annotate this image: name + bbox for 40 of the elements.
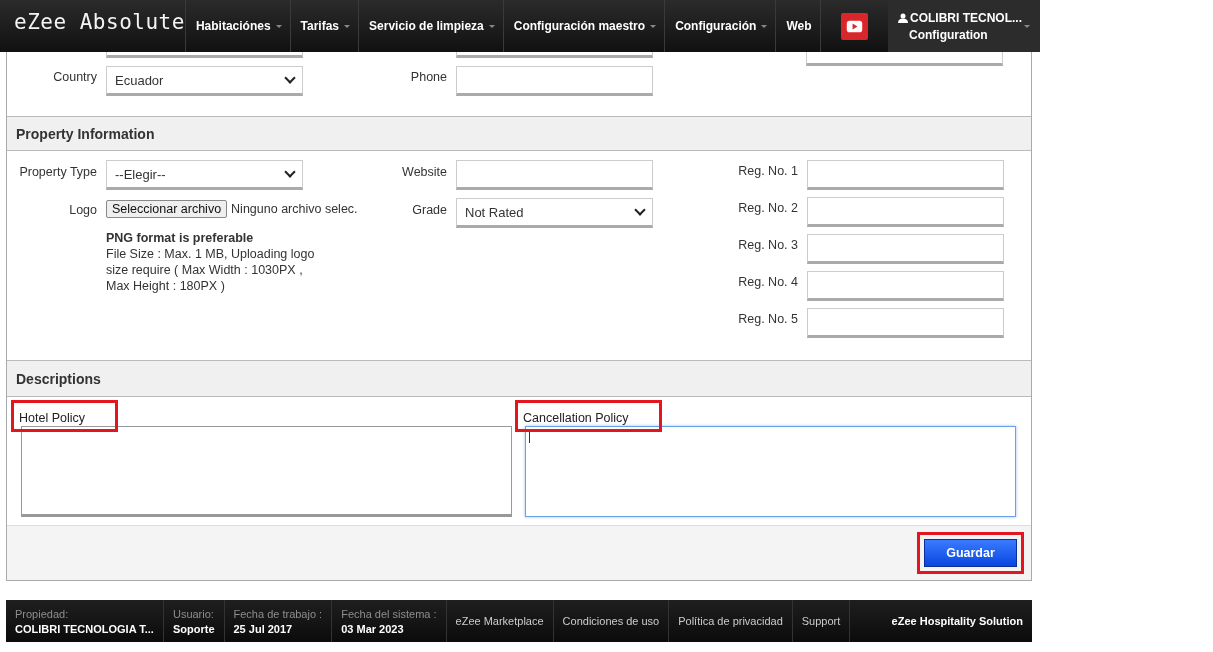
save-button[interactable]: Guardar: [924, 539, 1017, 567]
user-role: Configuration: [908, 27, 988, 42]
footer-label: Propiedad:: [15, 607, 70, 620]
field-label: Grade: [412, 202, 448, 217]
field-label: Reg. No. 5: [737, 311, 799, 328]
footer-link[interactable]: Política de privacidad: [669, 600, 793, 642]
field-label: Property Type: [19, 164, 98, 179]
field-label: Reg. No. 2: [737, 200, 799, 217]
footer-value: Soporte: [172, 622, 215, 635]
file-name: Ninguno archivo selec.: [231, 202, 358, 216]
hint-text: File Size : Max. 1 MB, Uploading logo size require ( Max Width : 1030PX , Max Height : 180PX ): [106, 246, 316, 294]
choose-file-button[interactable]: Seleccionar archivo: [106, 200, 228, 218]
footer-value: COLIBRI TECNOLOGIA T...: [15, 622, 154, 635]
user-name: COLIBRI TECNOL...: [910, 10, 1022, 25]
field-label: Phone: [410, 69, 448, 84]
footer-link[interactable]: Support: [792, 600, 851, 642]
field-label: Website: [402, 164, 448, 179]
footer-label: Usuario:: [172, 607, 215, 620]
field-label: Hotel Policy: [19, 411, 85, 425]
grade-select[interactable]: Not Rated: [456, 198, 653, 228]
footer-link[interactable]: Condiciones de uso: [553, 600, 670, 642]
section-title: Property Information: [16, 125, 155, 142]
footer-link[interactable]: eZee Marketplace: [446, 600, 554, 642]
app-logo: eZee Absolute: [13, 9, 185, 36]
footer-label: Fecha de trabajo :: [233, 607, 323, 620]
field-label: Reg. No. 4: [737, 274, 799, 291]
hint-title: PNG format is preferable: [106, 230, 255, 246]
footer-value: 03 Mar 2023: [341, 622, 405, 635]
footer-value: 25 Jul 2017: [233, 622, 294, 635]
footer-brand: eZee Hospitality Solution: [891, 615, 1024, 627]
footer-label: Fecha del sistema :: [341, 607, 437, 620]
field-label: Country: [53, 69, 98, 84]
property-type-select[interactable]: --Elegir--: [106, 160, 303, 190]
field-label: Reg. No. 3: [737, 237, 799, 254]
country-select[interactable]: Ecuador: [106, 66, 303, 96]
field-label: Logo: [69, 202, 98, 217]
section-title: Descriptions: [16, 370, 101, 387]
field-label: Cancellation Policy: [523, 411, 629, 425]
nav-menu-item[interactable]: Configuración: [664, 0, 776, 52]
field-label: Reg. No. 1: [737, 163, 799, 180]
